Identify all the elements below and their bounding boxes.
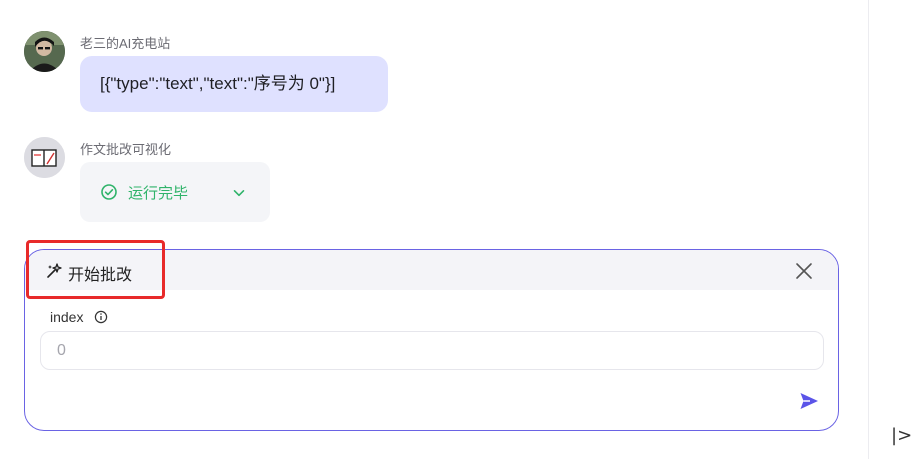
- run-status-text: 运行完毕: [128, 185, 189, 202]
- check-circle-icon: [101, 184, 117, 200]
- sparkle-magic-icon: [47, 263, 62, 278]
- user-message: 老三的AI充电站 [{"type":"text","text":"序号为 0"}…: [24, 31, 424, 121]
- plugin-composer: 开始批改 index: [24, 249, 839, 431]
- right-sidebar: |>: [868, 0, 912, 459]
- chevron-down-icon[interactable]: [232, 186, 246, 200]
- user-sender-name: 老三的AI充电站: [80, 36, 171, 51]
- run-status-card[interactable]: 运行完毕: [80, 162, 270, 222]
- user-portrait-icon: [24, 31, 65, 72]
- user-message-bubble: [{"type":"text","text":"序号为 0"}]: [80, 56, 388, 112]
- index-param-label: index: [50, 309, 84, 325]
- send-icon[interactable]: [798, 390, 820, 412]
- close-icon[interactable]: [795, 262, 813, 280]
- info-icon[interactable]: [94, 310, 108, 324]
- chat-area: 老三的AI充电站 [{"type":"text","text":"序号为 0"}…: [0, 0, 868, 459]
- user-avatar: [24, 31, 65, 72]
- plugin-title: 开始批改: [68, 267, 133, 284]
- sidebar-collapse-button[interactable]: |>: [891, 425, 912, 447]
- bot-message: 作文批改可视化 运行完毕: [24, 137, 424, 227]
- index-input[interactable]: [40, 331, 824, 370]
- composer-header: 开始批改: [25, 250, 838, 290]
- bot-sender-name: 作文批改可视化: [80, 142, 172, 157]
- notebook-icon: [24, 137, 65, 178]
- bot-avatar: [24, 137, 65, 178]
